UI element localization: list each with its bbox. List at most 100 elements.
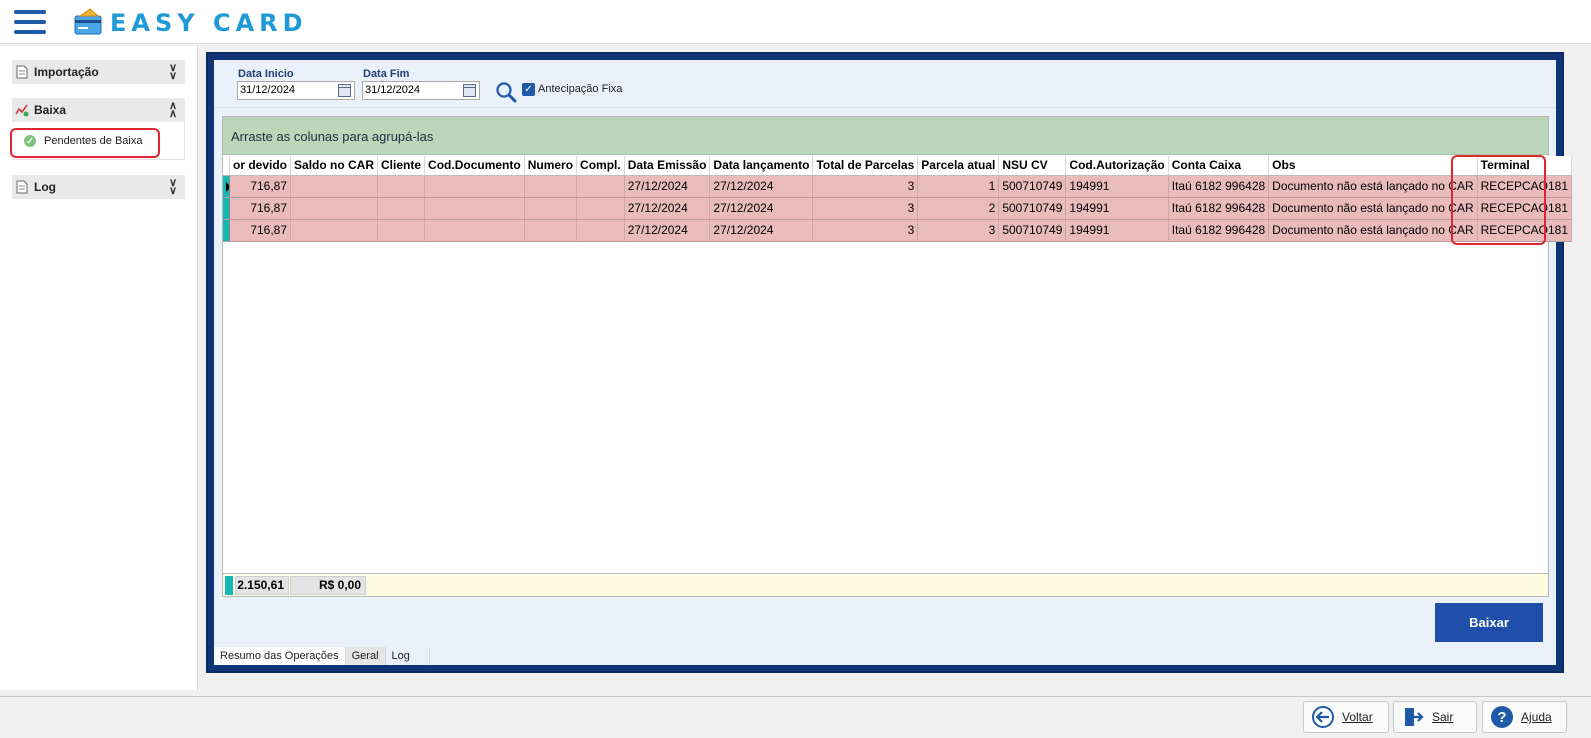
chevron-double-up-icon: ∧ ∧	[168, 100, 177, 120]
table-cell[interactable]: 2	[917, 197, 1000, 220]
table-cell[interactable]: RECEPCAO181	[1477, 219, 1573, 242]
table-cell[interactable]: 27/12/2024	[624, 175, 711, 198]
table-cell[interactable]: 500710749	[998, 175, 1067, 198]
column-header[interactable]: Cod.Autorização	[1065, 156, 1169, 176]
document-icon	[14, 179, 30, 195]
column-header[interactable]: NSU CV	[998, 156, 1067, 176]
table-cell[interactable]: Documento não está lançado no CAR	[1268, 219, 1478, 242]
table-cell[interactable]: 716,87	[229, 219, 292, 242]
data-inicio-label: Data Inicio	[238, 68, 294, 80]
sidebar-section-importacao[interactable]: Importação ∨ ∨	[12, 60, 185, 84]
table-cell[interactable]	[576, 197, 625, 220]
table-cell[interactable]: 194991	[1065, 197, 1169, 220]
table-cell[interactable]	[524, 197, 578, 220]
table-cell[interactable]	[424, 197, 525, 220]
table-cell[interactable]: Itaú 6182 996428	[1168, 219, 1270, 242]
table-cell[interactable]: 194991	[1065, 219, 1169, 242]
voltar-label: Voltar	[1342, 710, 1373, 724]
baixar-button[interactable]: Baixar	[1435, 603, 1543, 642]
table-cell[interactable]	[524, 175, 578, 198]
table-cell[interactable]: 27/12/2024	[709, 219, 814, 242]
sidebar-section-label: Importação	[34, 65, 99, 79]
row-indicator[interactable]	[223, 175, 230, 198]
data-fim-field[interactable]: 31/12/2024	[362, 81, 480, 100]
tab-resumo-das-operacoes[interactable]: Resumo das Operações	[214, 647, 346, 665]
column-header[interactable]: Data Emissão	[624, 156, 711, 176]
column-header[interactable]: Compl.	[576, 156, 625, 176]
table-cell[interactable]	[377, 175, 426, 198]
group-by-hint: Arraste as colunas para agrupá-las	[231, 129, 434, 144]
column-header[interactable]: Total de Parcelas	[812, 156, 919, 176]
search-icon[interactable]	[495, 81, 517, 103]
table-row[interactable]: 716,87 27/12/2024 27/12/2024 3 1 5007107…	[223, 175, 1573, 198]
table-cell[interactable]	[290, 175, 379, 198]
table-cell[interactable]: 716,87	[229, 175, 292, 198]
column-header[interactable]: Saldo no CAR	[290, 156, 379, 176]
ajuda-button[interactable]: ? Ajuda	[1482, 701, 1567, 733]
tab-log[interactable]: Log	[386, 647, 430, 665]
column-header[interactable]: or devido	[229, 156, 292, 176]
column-header[interactable]: Data lançamento	[709, 156, 814, 176]
table-cell[interactable]: 500710749	[998, 219, 1067, 242]
column-header[interactable]: Conta Caixa	[1168, 156, 1270, 176]
column-header[interactable]: Numero	[524, 156, 578, 176]
menu-icon[interactable]	[14, 10, 46, 36]
table-cell[interactable]: Documento não está lançado no CAR	[1268, 175, 1478, 198]
voltar-button[interactable]: Voltar	[1303, 701, 1389, 733]
table-cell[interactable]: 27/12/2024	[709, 197, 814, 220]
table-cell[interactable]: 27/12/2024	[624, 197, 711, 220]
antecipacao-fixa-checkbox[interactable]: ✓	[522, 83, 535, 96]
sidebar-section-label: Baixa	[34, 103, 67, 117]
table-cell[interactable]: 500710749	[998, 197, 1067, 220]
table-cell[interactable]: RECEPCAO181	[1477, 175, 1573, 198]
table-cell[interactable]	[524, 219, 578, 242]
table-cell[interactable]: RECEPCAO181	[1477, 197, 1573, 220]
tab-geral[interactable]: Geral	[345, 647, 386, 665]
table-cell[interactable]	[576, 219, 625, 242]
sair-button[interactable]: Sair	[1393, 701, 1477, 733]
table-cell[interactable]: 3	[812, 197, 919, 220]
ajuda-label: Ajuda	[1521, 710, 1552, 724]
column-header[interactable]: Obs	[1268, 156, 1478, 176]
table-cell[interactable]	[424, 219, 525, 242]
table-cell[interactable]: 3	[917, 219, 1000, 242]
table-cell[interactable]: Documento não está lançado no CAR	[1268, 197, 1478, 220]
table-cell[interactable]: 3	[812, 175, 919, 198]
row-indicator[interactable]	[223, 219, 230, 242]
table-row[interactable]: 716,87 27/12/2024 27/12/2024 3 3 5007107…	[223, 219, 1573, 242]
group-by-bar[interactable]: Arraste as colunas para agrupá-las	[223, 117, 1548, 155]
table-cell[interactable]	[290, 197, 379, 220]
table-cell[interactable]: 716,87	[229, 197, 292, 220]
table-cell[interactable]	[424, 175, 525, 198]
table-cell[interactable]: Itaú 6182 996428	[1168, 175, 1270, 198]
table-cell[interactable]: 27/12/2024	[624, 219, 711, 242]
summary-saldo: R$ 0,00	[290, 576, 366, 595]
table-cell[interactable]: 194991	[1065, 175, 1169, 198]
table-row[interactable]: 716,87 27/12/2024 27/12/2024 3 2 5007107…	[223, 197, 1573, 220]
row-indicator[interactable]	[223, 197, 230, 220]
calendar-icon[interactable]	[338, 84, 351, 97]
table-cell[interactable]	[576, 175, 625, 198]
app-header: EASY CARD	[0, 0, 1591, 44]
table-cell[interactable]	[290, 219, 379, 242]
pendentes-table: or devido Saldo no CAR Cliente Cod.Docum…	[223, 156, 1573, 242]
data-inicio-field[interactable]: 31/12/2024	[237, 81, 355, 100]
antecipacao-fixa-label: Antecipação Fixa	[538, 83, 623, 95]
table-cell[interactable]: 1	[917, 175, 1000, 198]
main-frame: Data Inicio 31/12/2024 Data Fim 31/12/20…	[206, 52, 1573, 673]
calendar-icon[interactable]	[463, 84, 476, 97]
sidebar-section-baixa[interactable]: Baixa ∧ ∧	[12, 98, 185, 122]
table-cell[interactable]	[377, 219, 426, 242]
table-cell[interactable]	[377, 197, 426, 220]
back-arrow-icon	[1312, 706, 1334, 728]
sidebar-item-pendentes-de-baixa[interactable]: ✓ Pendentes de Baixa	[24, 130, 142, 152]
table-cell[interactable]: 27/12/2024	[709, 175, 814, 198]
sidebar-section-log[interactable]: Log ∨ ∨	[12, 175, 185, 199]
column-header[interactable]: Terminal	[1477, 156, 1573, 176]
column-header[interactable]: Cliente	[377, 156, 426, 176]
filter-bar: Data Inicio 31/12/2024 Data Fim 31/12/20…	[214, 60, 1556, 108]
column-header[interactable]: Cod.Documento	[424, 156, 525, 176]
table-cell[interactable]: Itaú 6182 996428	[1168, 197, 1270, 220]
column-header[interactable]: Parcela atual	[917, 156, 1000, 176]
table-cell[interactable]: 3	[812, 219, 919, 242]
